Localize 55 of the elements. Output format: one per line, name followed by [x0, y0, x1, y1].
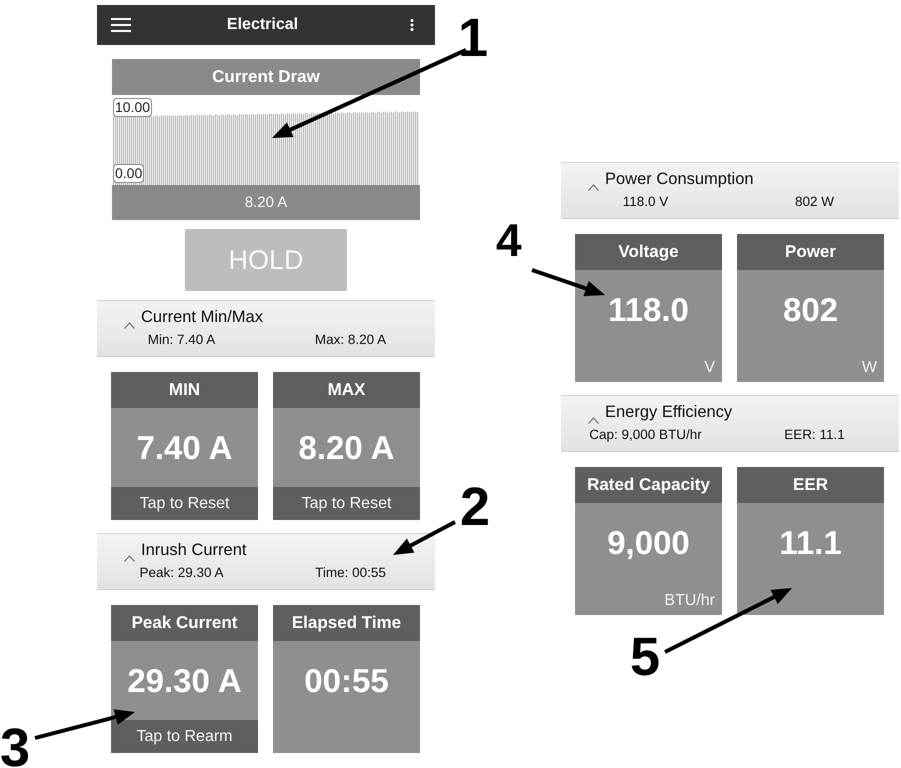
tile-title: Voltage	[575, 234, 722, 270]
section-title: Power Consumption	[605, 169, 754, 189]
callout-number: 5	[630, 630, 660, 684]
tile-footer-button[interactable]: Tap to Reset	[273, 487, 420, 520]
section-title: Current Min/Max	[141, 307, 263, 327]
section-header[interactable]: Inrush Current Peak: 29.30 A Time: 00:55	[97, 533, 435, 590]
tile-value: 11.1	[779, 523, 842, 563]
tile-footer-button[interactable]: Tap to Rearm	[111, 720, 258, 753]
tile-value: 29.30 A	[127, 661, 242, 701]
section-summary: Time: 00:55	[315, 564, 386, 581]
unit-label: W	[862, 359, 877, 377]
chevron-up-icon[interactable]	[124, 322, 135, 329]
chevron-up-icon[interactable]	[588, 184, 599, 191]
tile-value: 8.20 A	[298, 428, 394, 468]
tile-value: 7.40 A	[136, 428, 232, 468]
section-header[interactable]: Power Consumption 118.0 V 802 W	[561, 162, 899, 219]
chart-title: Current Draw	[112, 59, 420, 95]
tile-title: Elapsed Time	[273, 605, 420, 641]
unit-label: BTU/hr	[664, 592, 715, 610]
tile-title: MAX	[273, 372, 420, 408]
tile-value: 118.0	[608, 290, 689, 330]
section-header[interactable]: Energy Efficiency Cap: 9,000 BTU/hr EER: 11.1	[561, 395, 899, 452]
section-summary: Cap: 9,000 BTU/hr	[589, 426, 702, 443]
tile-title: EER	[737, 467, 884, 503]
section-header[interactable]: Current Min/Max Min: 7.40 A Max: 8.20 A	[97, 300, 435, 357]
callout-number: 2	[460, 480, 490, 534]
tile-value: 802	[782, 290, 838, 330]
tile-value: 9,000	[607, 523, 690, 563]
callout-number: 4	[496, 217, 522, 263]
section-title: Energy Efficiency	[605, 402, 732, 422]
section-summary: Peak: 29.30 A	[139, 564, 224, 581]
tile-title: MIN	[111, 372, 258, 408]
section-summary: Max: 8.20 A	[314, 331, 386, 348]
menu-icon[interactable]	[111, 18, 131, 32]
tile-footer-button[interactable]: Tap to Reset	[111, 487, 258, 520]
callout-number: 3	[0, 721, 30, 768]
unit-label: V	[704, 359, 715, 377]
app-title: Electrical	[226, 16, 298, 34]
tile-title: Peak Current	[111, 605, 258, 641]
tile-value: 00:55	[304, 661, 389, 701]
callout-arrow	[393, 520, 456, 555]
chevron-up-icon[interactable]	[588, 417, 599, 424]
scale-label: 0.00	[113, 164, 144, 183]
section-summary: EER: 11.1	[784, 426, 845, 443]
scale-label: 10.00	[113, 98, 152, 117]
callout-number: 1	[458, 11, 488, 65]
section-summary: Min: 7.40 A	[148, 331, 216, 348]
tile-title: Power	[737, 234, 884, 270]
section-summary: 802 W	[794, 193, 834, 210]
chevron-up-icon[interactable]	[124, 555, 135, 562]
more-options-icon[interactable]	[410, 19, 414, 31]
section-title: Inrush Current	[141, 540, 246, 560]
current-reading: 8.20 A	[112, 185, 420, 220]
tile-title: Rated Capacity	[575, 467, 722, 503]
section-summary: 118.0 V	[622, 193, 668, 210]
